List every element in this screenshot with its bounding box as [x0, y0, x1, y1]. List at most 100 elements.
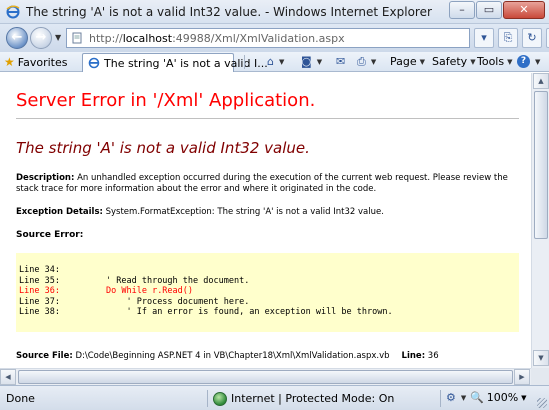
tab-page-icon — [88, 57, 100, 69]
exception-text: System.FormatException: The string 'A' i… — [105, 207, 384, 217]
status-separator — [207, 390, 208, 407]
zoom-icon: 🔍 — [470, 391, 484, 404]
favorites-star-icon: ★ — [4, 55, 15, 69]
favorites-button[interactable]: ★ Favorites — [4, 54, 67, 70]
help-icon: ? — [517, 55, 530, 68]
compatibility-view-button[interactable]: ⎘ — [498, 28, 518, 48]
address-tools: ▾ ⎘ ↻ ✕ — [474, 28, 549, 48]
security-zone[interactable]: Internet | Protected Mode: On — [213, 390, 394, 407]
horizontal-scroll-thumb[interactable] — [18, 370, 513, 384]
divider — [16, 118, 519, 119]
line-value: 36 — [427, 351, 439, 361]
tab-current[interactable]: The string 'A' is not a valid I... — [82, 53, 268, 72]
code-line: Line 34: — [19, 265, 60, 275]
tools-menu-label: Tools — [477, 55, 505, 68]
vertical-scroll-thumb[interactable] — [534, 91, 548, 239]
protected-mode-button[interactable]: ⚙ ▼ — [446, 391, 466, 404]
description-text: An unhandled exception occurred during t… — [16, 173, 508, 194]
status-bar: Done Internet | Protected Mode: On ⚙ ▼ 🔍 … — [0, 385, 549, 410]
zoom-settings-icon: ⚙ — [446, 391, 456, 404]
status-separator — [440, 390, 441, 407]
window-title: The string 'A' is not a valid Int32 valu… — [26, 5, 432, 19]
line-label: Line: — [401, 351, 426, 361]
favorites-label: Favorites — [17, 55, 68, 69]
home-icon: ⌂ — [267, 55, 274, 68]
url-text: http://localhost:49988/Xml/XmlValidation… — [89, 32, 345, 45]
scroll-up-arrow-icon[interactable]: ▲ — [533, 73, 549, 89]
page-menu-label: Page — [390, 55, 417, 68]
print-icon: ⎙ — [357, 55, 366, 68]
compatibility-view-icon: ⎘ — [503, 31, 513, 44]
source-code: Line 34: Line 35: ' Read through the doc… — [19, 265, 393, 318]
maximize-button[interactable]: ▭ — [476, 1, 502, 19]
mail-icon: ✉ — [336, 55, 346, 68]
page-menu[interactable]: Page ▼ — [390, 55, 425, 68]
exception-details: Exception Details: System.FormatExceptio… — [16, 207, 384, 217]
read-mail-button[interactable]: ✉ — [336, 55, 347, 68]
source-file-label: Source File: — [16, 351, 73, 361]
status-text: Done — [6, 392, 35, 405]
dropdown-icon: ▾ — [481, 31, 487, 44]
chevron-down-icon: ▼ — [278, 57, 285, 66]
description-label: Description: — [16, 173, 75, 183]
maximize-icon: ▭ — [483, 3, 495, 16]
minimize-button[interactable]: – — [449, 1, 475, 19]
safety-menu[interactable]: Safety ▼ — [432, 55, 476, 68]
close-icon: ✕ — [519, 3, 529, 16]
description-paragraph: Description: An unhandled exception occu… — [16, 173, 521, 195]
home-button[interactable]: ⌂ ▼ — [267, 55, 284, 68]
source-file-info: Source File: D:\Code\Beginning ASP.NET 4… — [16, 351, 439, 361]
address-input[interactable]: http://localhost:49988/Xml/XmlValidation… — [66, 28, 470, 48]
forward-button[interactable]: → — [30, 27, 52, 49]
chevron-down-icon: ▼ — [316, 57, 323, 66]
help-menu[interactable]: ? ▼ — [517, 55, 540, 68]
chevron-down-icon: ▼ — [535, 57, 541, 66]
security-zone-label: Internet | Protected Mode: On — [231, 392, 395, 405]
internet-explorer-icon — [6, 5, 20, 19]
exception-label: Exception Details: — [16, 207, 103, 217]
zoom-control[interactable]: 🔍 100% ▼ — [470, 391, 527, 404]
chevron-down-icon: ▼ — [521, 393, 527, 402]
horizontal-scrollbar[interactable]: ◀ ▶ — [0, 368, 531, 385]
refresh-button[interactable]: ↻ — [522, 28, 542, 48]
source-code-box: Line 34: Line 35: ' Read through the doc… — [16, 253, 519, 332]
code-line-highlighted: Line 36: Do While r.Read() — [19, 286, 194, 297]
tab-separator — [244, 55, 245, 69]
print-button[interactable]: ⎙ ▼ — [357, 55, 376, 69]
globe-icon — [213, 391, 227, 406]
window-controls: – ▭ ✕ — [448, 1, 545, 19]
scroll-down-arrow-icon[interactable]: ▼ — [533, 350, 549, 366]
zoom-level: 100% — [486, 391, 519, 404]
error-message-heading: The string 'A' is not a valid Int32 valu… — [16, 139, 310, 157]
recent-pages-dropdown-icon[interactable]: ▼ — [55, 33, 61, 42]
code-line: Line 38: ' If an error is found, an exce… — [19, 307, 393, 318]
scroll-left-arrow-icon[interactable]: ◀ — [0, 369, 16, 385]
code-line: Line 35: ' Read through the document. — [19, 275, 250, 286]
scrollbar-corner — [531, 368, 549, 385]
tools-menu[interactable]: Tools ▼ — [477, 55, 513, 68]
feeds-button[interactable]: ◙ ▼ — [301, 55, 322, 68]
source-error-label: Source Error: — [16, 230, 84, 240]
refresh-icon: ↻ — [527, 31, 537, 44]
resize-grip[interactable] — [537, 398, 547, 408]
chevron-down-icon: ▼ — [507, 57, 513, 66]
vertical-scrollbar[interactable]: ▲ ▼ — [531, 73, 549, 368]
back-button[interactable]: ← — [6, 27, 28, 49]
server-error-heading: Server Error in '/Xml' Application. — [16, 90, 316, 111]
address-dropdown-button[interactable]: ▾ — [474, 28, 494, 48]
minimize-icon: – — [459, 3, 465, 16]
close-button[interactable]: ✕ — [503, 1, 545, 19]
code-line: Line 37: ' Process document here. — [19, 296, 250, 307]
title-bar: The string 'A' is not a valid Int32 valu… — [0, 0, 549, 24]
address-bar-row: ← → ▼ http://localhost:49988/Xml/XmlVali… — [0, 24, 549, 52]
chevron-down-icon: ▼ — [460, 393, 467, 402]
safety-menu-label: Safety — [432, 55, 468, 68]
chevron-down-icon: ▼ — [419, 57, 426, 66]
forward-arrow-icon: → — [35, 30, 47, 45]
scroll-right-arrow-icon[interactable]: ▶ — [514, 369, 530, 385]
chevron-down-icon: ▼ — [370, 58, 377, 66]
page-content: Server Error in '/Xml' Application. The … — [0, 73, 531, 368]
tab-command-bar: ★ Favorites The string 'A' is not a vali… — [0, 52, 549, 72]
back-arrow-icon: ← — [11, 30, 23, 45]
chevron-down-icon: ▼ — [470, 57, 476, 66]
